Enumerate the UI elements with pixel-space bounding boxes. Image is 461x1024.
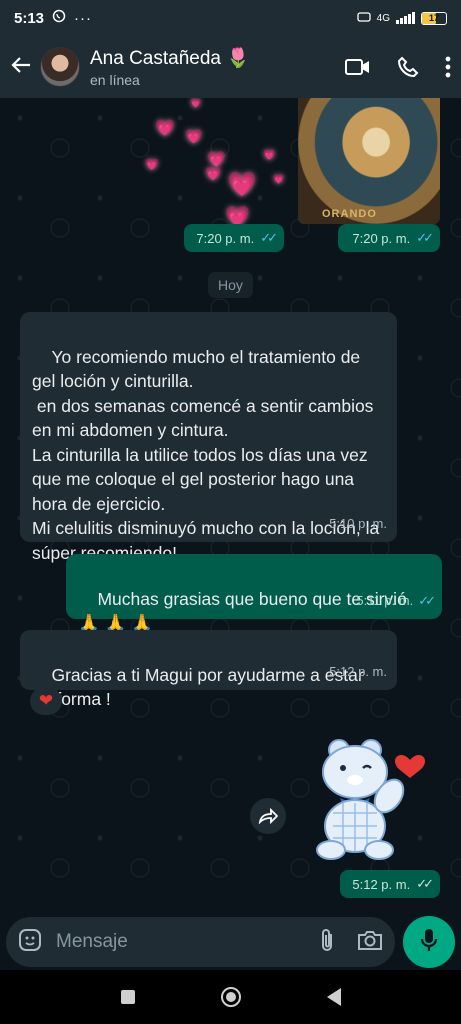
heart-reaction-icon: ❤ [38, 691, 54, 710]
forward-icon[interactable] [250, 798, 286, 834]
home-button[interactable] [220, 987, 241, 1007]
attach-icon[interactable] [319, 927, 335, 958]
message-time: 5:12 p. m. [329, 663, 387, 679]
chat-header: Ana Castañeda 🌷 en línea [0, 36, 461, 98]
teddy-bear-sticker[interactable] [305, 738, 435, 863]
message-time: 5:10 p. m. [329, 515, 387, 531]
reaction-badge[interactable]: ❤ [30, 687, 62, 715]
message-time: 5:11 p. m. [356, 592, 414, 608]
system-nav-bar [0, 970, 461, 1024]
camera-icon[interactable] [357, 929, 383, 956]
message-time: 7:20 p. m. [352, 230, 411, 246]
message-composer: Mensaje [0, 914, 461, 970]
battery-level: 17 [428, 13, 439, 23]
back-button[interactable] [326, 988, 341, 1006]
signal-icon [396, 12, 415, 24]
read-ticks-icon: ✓✓ [260, 230, 278, 245]
message-time: 5:12 p. m. [352, 876, 411, 892]
status-bar: 5:13 ··· 4G 17 [0, 0, 461, 36]
mic-icon [419, 927, 439, 958]
message-text: Gracias a ti Magui por ayudarme a estar … [32, 664, 369, 710]
read-ticks-icon: ✓✓ [418, 592, 436, 608]
status-time: 5:13 [14, 9, 45, 27]
day-separator: Hoy [208, 272, 253, 298]
message-input-field[interactable]: Mensaje [6, 917, 396, 967]
read-ticks-icon: ✓✓ [416, 230, 434, 245]
sticker-icon[interactable] [18, 928, 42, 957]
more-icon[interactable] [445, 56, 451, 78]
outgoing-message[interactable]: Muchas grasias que bueno que te sirvió 🙏… [66, 554, 442, 633]
message-input[interactable]: Mensaje [56, 931, 319, 953]
video-call-icon[interactable] [345, 57, 371, 77]
chat-area[interactable]: 💗 💗 💗 💗 💗 💗 💗 💗 💗 💗 7:20 p. m. ✓✓ ORANDO… [0, 98, 461, 914]
contact-avatar[interactable] [40, 47, 80, 87]
hearts-sticker[interactable]: 💗 💗 💗 💗 💗 💗 💗 💗 💗 💗 [135, 98, 285, 228]
whatsapp-notification-icon [52, 9, 66, 27]
image-message[interactable]: ORANDO [298, 98, 440, 224]
network-type: 4G [376, 12, 390, 24]
contact-status: en línea [90, 72, 140, 88]
battery-icon: 17 [421, 11, 447, 25]
incoming-message[interactable]: Gracias a ti Magui por ayudarme a estar … [20, 630, 397, 709]
back-arrow-icon[interactable] [10, 52, 36, 83]
contact-name: Ana Castañeda 🌷 [90, 48, 250, 69]
more-notifications-icon: ··· [74, 9, 93, 27]
message-meta: 5:11 p. m. ✓✓ [356, 589, 436, 614]
recents-button[interactable] [120, 990, 135, 1004]
media-timestamp: 7:20 p. m. ✓✓ [338, 224, 440, 252]
delivered-ticks-icon: ✓✓ [416, 876, 434, 891]
contact-info[interactable]: Ana Castañeda 🌷 en línea [90, 46, 250, 88]
alarm-icon [357, 11, 371, 26]
phone-icon[interactable] [397, 56, 419, 78]
incoming-message[interactable]: Yo recomiendo mucho el tratamiento de ge… [20, 312, 397, 563]
media-timestamp: 7:20 p. m. ✓✓ [184, 224, 284, 252]
mic-button[interactable] [403, 916, 455, 968]
image-caption: ORANDO [322, 208, 377, 220]
sticker-timestamp: 5:12 p. m. ✓✓ [340, 870, 440, 898]
message-time: 7:20 p. m. [196, 230, 255, 246]
